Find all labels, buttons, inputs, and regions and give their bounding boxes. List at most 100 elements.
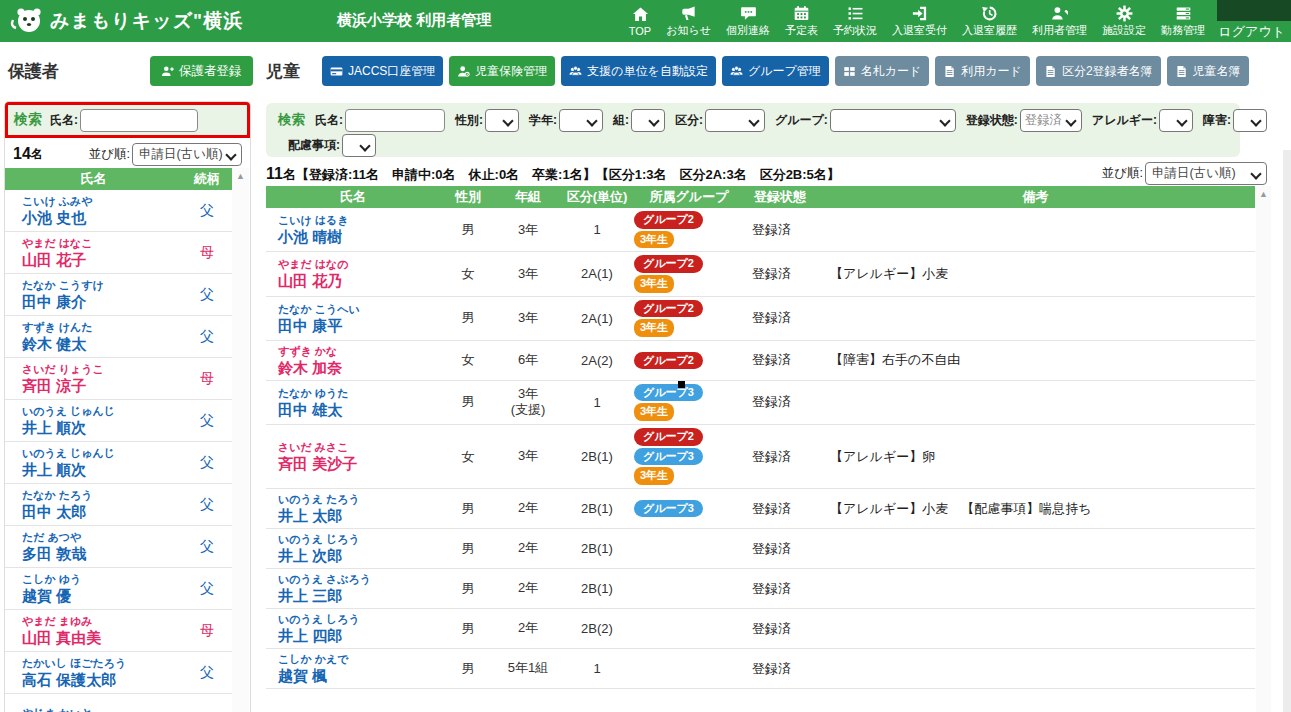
name-card-button[interactable]: 名札カード bbox=[835, 56, 930, 86]
group-badge[interactable]: グループ2 bbox=[634, 352, 703, 370]
guardian-name-search-input[interactable] bbox=[80, 109, 198, 132]
child-kubun: 1 bbox=[560, 395, 634, 410]
children-row[interactable]: こいけ はるき小池 晴樹男3年1グループ23年生登録済 bbox=[266, 208, 1255, 252]
child-name-cell: こいけ はるき小池 晴樹 bbox=[266, 215, 440, 244]
filter-grade-select[interactable] bbox=[559, 109, 603, 132]
child-status: 登録済 bbox=[744, 393, 816, 411]
filter-class-select[interactable] bbox=[631, 109, 665, 132]
nav-item-user-manage[interactable]: 利用者管理 bbox=[1032, 4, 1087, 38]
children-row[interactable]: すずき かな鈴木 加奈女6年2A(2)グループ2登録済【障害】右手の不自由 bbox=[266, 341, 1255, 381]
nav-item-megaphone[interactable]: お知らせ bbox=[666, 4, 711, 38]
filter-care-select[interactable] bbox=[342, 134, 376, 157]
group-badge[interactable]: 3年生 bbox=[634, 319, 674, 337]
jaccs-button[interactable]: JACCS口座管理 bbox=[322, 56, 443, 86]
guardian-relation: 父 bbox=[182, 496, 232, 514]
guardian-row[interactable]: やまだ まゆみ山田 真由美母 bbox=[5, 610, 232, 652]
nav-item-label: 入退室履歴 bbox=[962, 23, 1017, 38]
nav-item-entry[interactable]: 入退室受付 bbox=[892, 4, 947, 38]
filter-disability-select[interactable] bbox=[1233, 109, 1267, 132]
child-name-cell: こしか かえで越賀 楓 bbox=[266, 654, 440, 683]
children-filterbox: 検索 氏名:性別:学年:組:区分:グループ:登録状態:登録済アレルギー:障害: … bbox=[266, 103, 1240, 157]
logout-button[interactable]: ログアウト bbox=[1218, 23, 1285, 41]
nav-item-gear[interactable]: 施設設定 bbox=[1102, 4, 1146, 38]
insurance-button[interactable]: 児童保険管理 bbox=[449, 56, 555, 86]
children-sort-label: 並び順: bbox=[1102, 165, 1143, 182]
children-row[interactable]: こしか かえで越賀 楓男5年1組1登録済 bbox=[266, 649, 1255, 689]
guardian-row[interactable]: いのうえ じゅんじ井上 順次父 bbox=[5, 442, 232, 484]
nav-item-reservation-list[interactable]: 予約状況 bbox=[833, 4, 877, 38]
nav-item-history[interactable]: 入退室履歴 bbox=[962, 4, 1017, 38]
guardian-row[interactable]: さいだ りょうこ斉田 涼子母 bbox=[5, 358, 232, 400]
filter-group-select[interactable] bbox=[830, 109, 956, 132]
group-badge[interactable]: グループ2 bbox=[634, 255, 703, 273]
children-scrollbar[interactable]: ▲ bbox=[1256, 186, 1271, 712]
group-badge[interactable]: 3年生 bbox=[634, 467, 674, 485]
child-roster-button[interactable]: 児童名簿 bbox=[1167, 56, 1249, 86]
child-kubun: 1 bbox=[560, 222, 634, 237]
auto-unit-button[interactable]: 支援の単位を自動設定 bbox=[561, 56, 716, 86]
guardian-row[interactable]: こいけ ふみや小池 史也父 bbox=[5, 190, 232, 232]
children-row[interactable]: いのうえ じろう井上 次郎男2年2B(1)登録済 bbox=[266, 529, 1255, 569]
filter-allergy-select[interactable] bbox=[1159, 109, 1193, 132]
topbar: みまもりキッズ"横浜 横浜小学校 利用者管理 TOPお知らせ個別連絡予定表予約状… bbox=[0, 0, 1291, 42]
app-logo[interactable]: みまもりキッズ"横浜 bbox=[8, 6, 243, 36]
children-row[interactable]: さいだ みさこ斉田 美沙子女3年2B(1)グループ2グループ33年生登録済【アレ… bbox=[266, 425, 1255, 489]
group-badge[interactable]: グループ2 bbox=[634, 211, 703, 229]
children-row[interactable]: いのうえ たろう井上 太郎男2年2B(1)グループ3登録済【アレルギー】小麦 【… bbox=[266, 489, 1255, 529]
group-badge[interactable]: 3年生 bbox=[634, 231, 674, 249]
child-name: 越賀 楓 bbox=[278, 668, 440, 683]
group-badge[interactable]: グループ3 bbox=[634, 448, 703, 466]
nav-item-work-manage[interactable]: 勤務管理 bbox=[1161, 4, 1205, 38]
guardian-register-button[interactable]: 保護者登録 bbox=[150, 56, 253, 86]
guardian-row[interactable]: ただ あつや多田 敦哉父 bbox=[5, 526, 232, 568]
group-badge[interactable]: グループ2 bbox=[634, 300, 703, 318]
filter-status-select[interactable]: 登録済 bbox=[1020, 109, 1082, 132]
guardian-col-name: 氏名 bbox=[5, 170, 182, 188]
nav-item-home[interactable]: TOP bbox=[629, 6, 651, 37]
guardian-row[interactable]: たなか こうすけ田中 康介父 bbox=[5, 274, 232, 316]
guardian-row[interactable]: やじま かいと bbox=[5, 694, 232, 712]
group-badge[interactable]: 3年生 bbox=[634, 403, 674, 421]
group-manage-label: グループ管理 bbox=[748, 63, 821, 80]
guardian-row[interactable]: こしか ゆう越賀 優父 bbox=[5, 568, 232, 610]
children-search-label: 検索 bbox=[278, 111, 305, 129]
child-grade-main: 2年 bbox=[496, 620, 560, 636]
children-row[interactable]: いのうえ さぶろう井上 三郎男2年2B(1)登録済 bbox=[266, 569, 1255, 609]
children-sort-select[interactable]: 申請日(古い順) bbox=[1145, 162, 1267, 185]
group-badge[interactable]: グループ3 bbox=[634, 384, 703, 402]
guardian-sort-select[interactable]: 申請日(古い順) bbox=[132, 143, 242, 166]
child-name-cell: やまだ はなの山田 花乃 bbox=[266, 259, 440, 288]
nav-item-chat[interactable]: 個別連絡 bbox=[726, 4, 770, 38]
logout-area[interactable]: ログアウト bbox=[1217, 0, 1291, 42]
page-scrollbar[interactable] bbox=[1283, 150, 1291, 712]
kubun2-roster-button[interactable]: 区分2登録者名簿 bbox=[1036, 56, 1161, 86]
group-badge[interactable]: グループ2 bbox=[634, 428, 703, 446]
group-badge[interactable]: グループ3 bbox=[634, 500, 703, 518]
guardians-panel: 検索 氏名: 14 名 並び順: 申請日(古い順) 氏名 続柄 こいけ ふみや小… bbox=[4, 101, 251, 712]
filter-name-input[interactable] bbox=[345, 109, 445, 132]
guardians-section-title: 保護者 bbox=[8, 60, 59, 83]
children-section-title: 児童 bbox=[266, 60, 300, 83]
child-name: 田中 康平 bbox=[278, 318, 440, 333]
children-row[interactable]: たなか ゆうた田中 雄太男3年(支援)1グループ33年生登録済 bbox=[266, 381, 1255, 425]
child-kubun: 2A(1) bbox=[560, 311, 634, 326]
children-row[interactable]: やまだ はなの山田 花乃女3年2A(1)グループ23年生登録済【アレルギー】小麦 bbox=[266, 252, 1255, 296]
filter-group: グループ: bbox=[767, 109, 956, 132]
guardian-scrollbar[interactable]: ▲ bbox=[232, 168, 249, 712]
filter-sex-select[interactable] bbox=[485, 109, 519, 132]
guardian-row[interactable]: たかいし ほごたろう高石 保護太郎父 bbox=[5, 652, 232, 694]
use-card-button[interactable]: 利用カード bbox=[935, 56, 1030, 86]
group-badge[interactable]: 3年生 bbox=[634, 275, 674, 293]
child-kubun: 2B(1) bbox=[560, 541, 634, 556]
children-row[interactable]: たなか こうへい田中 康平男3年2A(1)グループ23年生登録済 bbox=[266, 297, 1255, 341]
doc-icon bbox=[943, 65, 956, 78]
group-manage-button[interactable]: グループ管理 bbox=[722, 56, 829, 86]
filter-kubun-select[interactable] bbox=[705, 109, 765, 132]
children-table: こいけ はるき小池 晴樹男3年1グループ23年生登録済やまだ はなの山田 花乃女… bbox=[266, 208, 1255, 689]
guardian-row[interactable]: たなか たろう田中 太郎父 bbox=[5, 484, 232, 526]
guardian-row[interactable]: やまだ はなこ山田 花子母 bbox=[5, 232, 232, 274]
guardian-row[interactable]: すずき けんた鈴木 健太父 bbox=[5, 316, 232, 358]
nav-item-calendar[interactable]: 予定表 bbox=[785, 4, 818, 38]
guardian-row[interactable]: いのうえ じゅんじ井上 順次父 bbox=[5, 400, 232, 442]
children-row[interactable]: いのうえ しろう井上 四郎男2年2B(2)登録済 bbox=[266, 609, 1255, 649]
